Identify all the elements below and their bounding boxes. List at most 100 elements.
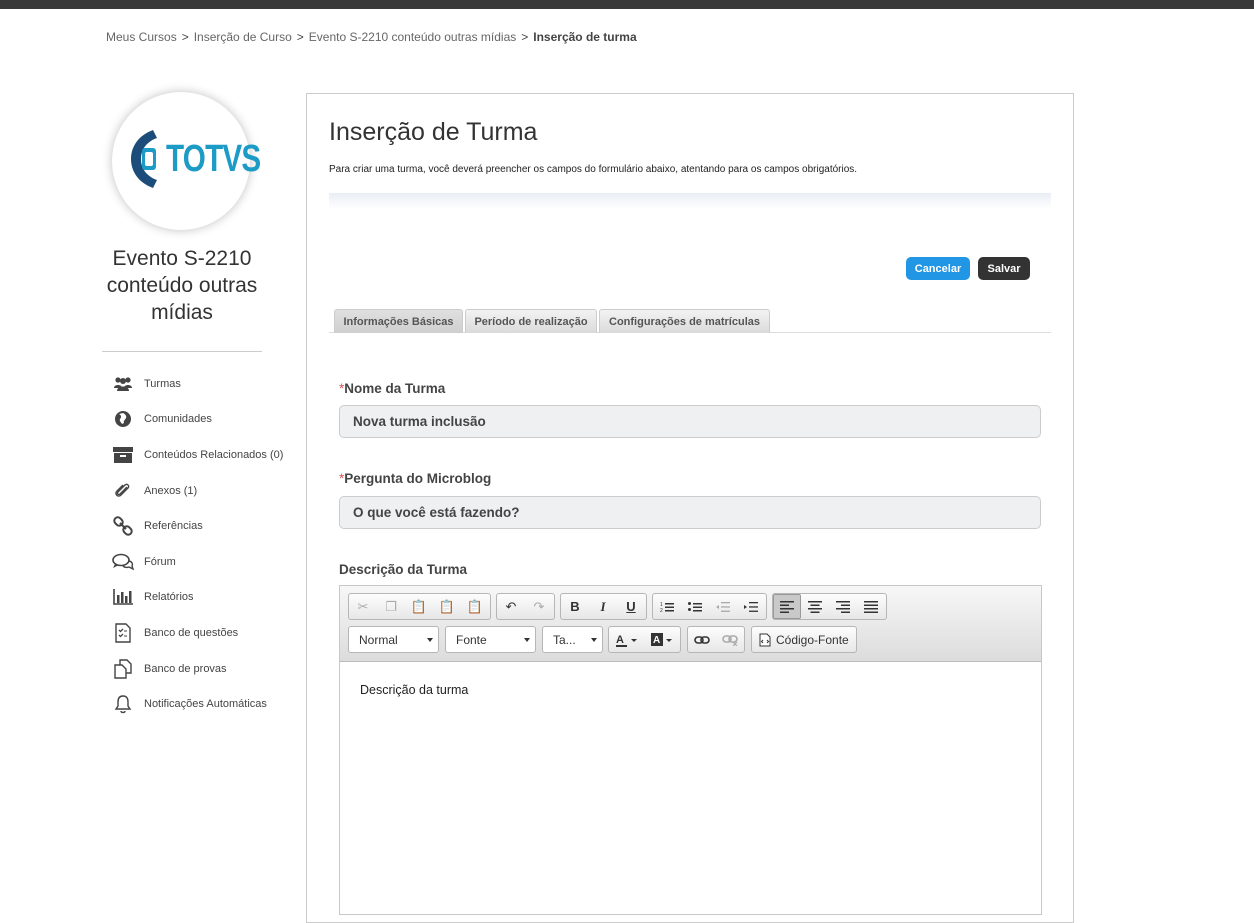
rich-text-editor: ✂ ❐ 📋 📋 📋 ↶ ↷ B I U 12 Normal Fonte Ta..… bbox=[339, 585, 1042, 915]
tab-periodo-realizacao[interactable]: Período de realização bbox=[465, 309, 597, 333]
cut-icon[interactable]: ✂ bbox=[349, 594, 377, 619]
header-gradient-bar bbox=[329, 193, 1051, 209]
align-left-icon[interactable] bbox=[773, 594, 801, 619]
breadcrumb-insercao-curso[interactable]: Inserção de Curso bbox=[194, 30, 292, 44]
breadcrumb-current: Inserção de turma bbox=[533, 30, 637, 44]
cancel-button[interactable]: Cancelar bbox=[906, 257, 970, 280]
nome-turma-label: *Nome da Turma bbox=[339, 381, 446, 396]
breadcrumb-evento[interactable]: Evento S-2210 conteúdo outras mídias bbox=[309, 30, 516, 44]
sidebar-item-label: Anexos (1) bbox=[144, 484, 198, 497]
sidebar-item-label: Comunidades bbox=[144, 413, 212, 426]
sidebar-item-notificacoes[interactable]: Notificações Automáticas bbox=[112, 686, 302, 722]
copy-icon bbox=[112, 658, 134, 679]
sidebar-item-forum[interactable]: Fórum bbox=[112, 544, 302, 580]
list-group: 12 bbox=[652, 593, 767, 620]
align-right-icon[interactable] bbox=[829, 594, 857, 619]
breadcrumb-separator: > bbox=[181, 30, 189, 44]
redo-icon[interactable]: ↷ bbox=[525, 594, 553, 619]
undo-icon[interactable]: ↶ bbox=[497, 594, 525, 619]
sidebar-item-conteudos[interactable]: Conteúdos Relacionados (0) bbox=[112, 437, 302, 473]
sidebar-item-label: Turmas bbox=[144, 377, 181, 390]
breadcrumb-separator: > bbox=[296, 30, 304, 44]
logo-text: TOTVS bbox=[166, 138, 261, 180]
sidebar-item-referencias[interactable]: Referências bbox=[112, 508, 302, 544]
copy-button-icon[interactable]: ❐ bbox=[377, 594, 405, 619]
paste-word-icon[interactable]: 📋 bbox=[461, 594, 489, 619]
globe-icon bbox=[112, 409, 134, 429]
indent-icon[interactable] bbox=[737, 594, 765, 619]
style-group: B I U bbox=[560, 593, 647, 620]
checklist-icon bbox=[112, 623, 134, 643]
editor-toolbar: ✂ ❐ 📋 📋 📋 ↶ ↷ B I U 12 Normal Fonte Ta..… bbox=[340, 586, 1041, 662]
paste-icon[interactable]: 📋 bbox=[405, 594, 433, 619]
source-button-label: Código-Fonte bbox=[776, 632, 849, 647]
size-select[interactable]: Ta... bbox=[542, 626, 603, 653]
chat-icon bbox=[112, 552, 134, 572]
sidebar-item-banco-questoes[interactable]: Banco de questões bbox=[112, 615, 302, 651]
tab-configuracoes-matriculas[interactable]: Configurações de matrículas bbox=[599, 309, 770, 333]
breadcrumb-separator: > bbox=[521, 30, 529, 44]
unlink-icon[interactable] bbox=[716, 627, 744, 652]
font-select-value: Fonte bbox=[456, 632, 487, 647]
format-select-value: Normal bbox=[359, 632, 398, 647]
sidebar-item-comunidades[interactable]: Comunidades bbox=[112, 402, 302, 438]
course-title: Evento S-2210 conteúdo outras mídias bbox=[106, 247, 258, 324]
align-group bbox=[772, 593, 887, 620]
italic-icon[interactable]: I bbox=[589, 594, 617, 619]
users-icon bbox=[112, 374, 134, 394]
page-title: Inserção de Turma bbox=[329, 118, 538, 146]
sidebar-item-label: Fórum bbox=[144, 555, 176, 568]
breadcrumb-meus-cursos[interactable]: Meus Cursos bbox=[106, 30, 177, 44]
sidebar-item-label: Conteúdos Relacionados (0) bbox=[144, 448, 284, 461]
align-justify-icon[interactable] bbox=[857, 594, 885, 619]
text-color-icon[interactable]: A bbox=[609, 627, 645, 652]
background-color-icon[interactable]: A bbox=[645, 627, 681, 652]
svg-text:A: A bbox=[616, 634, 624, 646]
pergunta-microblog-label: *Pergunta do Microblog bbox=[339, 471, 492, 486]
bell-icon bbox=[112, 694, 134, 714]
sidebar-item-label: Notificações Automáticas bbox=[144, 698, 267, 711]
link-icon bbox=[112, 516, 134, 536]
format-select[interactable]: Normal bbox=[348, 626, 439, 653]
svg-text:2: 2 bbox=[660, 608, 663, 613]
pergunta-microblog-input[interactable]: O que você está fazendo? bbox=[339, 496, 1041, 529]
sidebar-item-turmas[interactable]: Turmas bbox=[112, 366, 302, 402]
totvs-logo-mark-icon bbox=[131, 130, 157, 188]
page-description: Para criar uma turma, você deverá preenc… bbox=[329, 164, 858, 175]
sidebar-item-banco-provas[interactable]: Banco de provas bbox=[112, 651, 302, 687]
font-select[interactable]: Fonte bbox=[445, 626, 536, 653]
sidebar-divider bbox=[102, 351, 262, 352]
clipboard-group: ✂ ❐ 📋 📋 📋 bbox=[348, 593, 491, 620]
save-button[interactable]: Salvar bbox=[978, 257, 1030, 280]
link-group bbox=[687, 626, 745, 653]
nome-turma-input[interactable]: Nova turma inclusão bbox=[339, 405, 1041, 438]
paperclip-icon bbox=[112, 481, 134, 501]
main-panel: Inserção de Turma Para criar uma turma, … bbox=[306, 93, 1074, 923]
sidebar-item-relatorios[interactable]: Relatórios bbox=[112, 580, 302, 616]
archive-icon bbox=[112, 445, 134, 465]
color-group: A A bbox=[608, 626, 681, 653]
numbered-list-icon[interactable]: 12 bbox=[653, 594, 681, 619]
chevron-down-icon bbox=[427, 638, 433, 642]
underline-icon[interactable]: U bbox=[617, 594, 645, 619]
bar-chart-icon bbox=[112, 587, 134, 607]
tab-informacoes-basicas[interactable]: Informações Básicas bbox=[334, 309, 463, 333]
outdent-icon[interactable] bbox=[709, 594, 737, 619]
sidebar-item-anexos[interactable]: Anexos (1) bbox=[112, 473, 302, 509]
bullet-list-icon[interactable] bbox=[681, 594, 709, 619]
paste-text-icon[interactable]: 📋 bbox=[433, 594, 461, 619]
sidebar-item-label: Banco de provas bbox=[144, 662, 227, 675]
sidebar-item-label: Relatórios bbox=[144, 591, 194, 604]
svg-text:A: A bbox=[653, 635, 660, 646]
chevron-down-icon bbox=[591, 638, 597, 642]
form-tabs: Informações Básicas Período de realizaçã… bbox=[329, 309, 1051, 333]
source-code-icon bbox=[759, 633, 771, 646]
insert-link-icon[interactable] bbox=[688, 627, 716, 652]
editor-content[interactable]: Descrição da turma bbox=[360, 683, 468, 697]
undo-group: ↶ ↷ bbox=[496, 593, 555, 620]
sidebar-menu: Turmas Comunidades Conteúdos Relacionado… bbox=[112, 366, 302, 722]
descricao-turma-label: Descrição da Turma bbox=[339, 562, 468, 577]
bold-icon[interactable]: B bbox=[561, 594, 589, 619]
align-center-icon[interactable] bbox=[801, 594, 829, 619]
source-button[interactable]: Código-Fonte bbox=[751, 626, 857, 653]
